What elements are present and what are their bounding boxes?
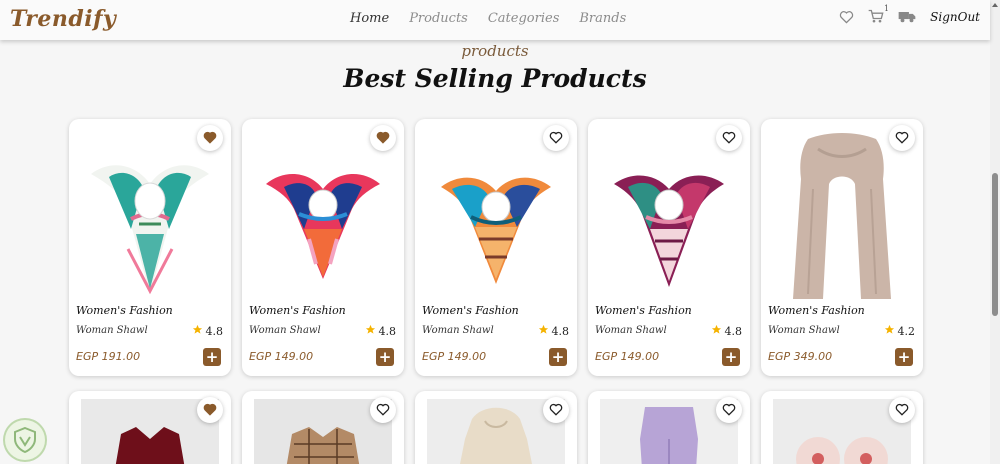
wishlist-button[interactable]: [716, 125, 742, 151]
plus-icon: +: [378, 347, 392, 366]
plus-icon: +: [724, 347, 738, 366]
scrollbar-thumb[interactable]: [992, 173, 998, 316]
product-name: Woman Shawl: [422, 325, 494, 336]
product-image[interactable]: [81, 129, 219, 301]
rating-value: 4.8: [724, 324, 743, 338]
section-subtitle: products: [461, 42, 529, 60]
wishlist-button[interactable]: [889, 125, 915, 151]
product-name: Woman Shawl: [595, 325, 667, 336]
product-category: Women's Fashion: [249, 304, 346, 317]
heart-icon: [549, 401, 563, 420]
product-card[interactable]: Women's Fashion Woman Shawl 4.8 EGP 149.…: [415, 119, 577, 376]
product-card[interactable]: [242, 391, 404, 464]
star-icon: [365, 324, 376, 338]
product-category: Women's Fashion: [422, 304, 519, 317]
heart-icon: [722, 129, 736, 148]
product-card[interactable]: [69, 391, 231, 464]
product-card[interactable]: [588, 391, 750, 464]
product-image[interactable]: [427, 129, 565, 301]
product-card[interactable]: Women's Fashion Woman Shawl 4.8 EGP 191.…: [69, 119, 231, 376]
heart-icon: [895, 401, 909, 420]
star-icon: [192, 324, 203, 338]
heart-icon: [549, 129, 563, 148]
cart-icon: [868, 9, 884, 23]
product-card[interactable]: Women's Fashion Woman Shawl 4.8 EGP 149.…: [242, 119, 404, 376]
product-price: EGP 149.00: [595, 350, 660, 363]
watermark-badge: [3, 418, 47, 462]
product-category: Women's Fashion: [768, 304, 865, 317]
nav-icons: 1 SignOut: [839, 4, 980, 24]
heart-icon: [376, 401, 390, 420]
navbar: Trendify Home Products Categories Brands…: [0, 0, 990, 40]
product-card[interactable]: [415, 391, 577, 464]
wishlist-heart-icon[interactable]: [839, 10, 854, 24]
product-card[interactable]: [761, 391, 923, 464]
nav-link-brands[interactable]: Brands: [579, 11, 626, 26]
plus-icon: +: [551, 347, 565, 366]
product-image[interactable]: [254, 129, 392, 301]
product-rating: 4.8: [365, 324, 397, 338]
brand-logo[interactable]: Trendify: [10, 6, 116, 32]
truck-icon[interactable]: [898, 10, 916, 23]
product-image[interactable]: [773, 129, 911, 301]
star-icon: [538, 324, 549, 338]
wishlist-button[interactable]: [543, 125, 569, 151]
add-to-cart-button[interactable]: +: [722, 348, 740, 366]
product-rating: 4.8: [192, 324, 224, 338]
nav-links: Home Products Categories Brands: [350, 11, 626, 26]
star-icon: [884, 324, 895, 338]
scroll-up-arrow[interactable]: [992, 3, 998, 7]
wishlist-button[interactable]: [197, 397, 223, 423]
rating-value: 4.2: [897, 324, 916, 338]
product-rating: 4.8: [711, 324, 743, 338]
rating-value: 4.8: [551, 324, 570, 338]
product-card[interactable]: Women's Fashion Woman Shawl 4.2 EGP 349.…: [761, 119, 923, 376]
add-to-cart-button[interactable]: +: [376, 348, 394, 366]
section-title: Best Selling Products: [343, 64, 647, 93]
rating-value: 4.8: [378, 324, 397, 338]
nav-link-products[interactable]: Products: [409, 11, 468, 26]
plus-icon: +: [897, 347, 911, 366]
signout-link[interactable]: SignOut: [930, 10, 980, 24]
plus-icon: +: [205, 347, 219, 366]
product-rating: 4.2: [884, 324, 916, 338]
add-to-cart-button[interactable]: +: [549, 348, 567, 366]
heart-icon: [203, 129, 217, 148]
star-icon: [711, 324, 722, 338]
wishlist-button[interactable]: [543, 397, 569, 423]
product-price: EGP 191.00: [76, 350, 141, 363]
cart-count-badge: 1: [884, 4, 890, 13]
cart-button[interactable]: 1: [868, 4, 889, 24]
add-to-cart-button[interactable]: +: [203, 348, 221, 366]
rating-value: 4.8: [205, 324, 224, 338]
product-price: EGP 149.00: [249, 350, 314, 363]
heart-icon: [895, 129, 909, 148]
nav-link-categories[interactable]: Categories: [488, 11, 560, 26]
scrollbar[interactable]: [990, 0, 1000, 464]
product-category: Women's Fashion: [595, 304, 692, 317]
wishlist-button[interactable]: [370, 397, 396, 423]
product-price: EGP 149.00: [422, 350, 487, 363]
heart-icon: [376, 129, 390, 148]
product-name: Woman Shawl: [249, 325, 321, 336]
wishlist-button[interactable]: [197, 125, 223, 151]
heart-icon: [203, 401, 217, 420]
product-name: Woman Shawl: [768, 325, 840, 336]
product-name: Woman Shawl: [76, 325, 148, 336]
wishlist-button[interactable]: [716, 397, 742, 423]
product-card[interactable]: Women's Fashion Woman Shawl 4.8 EGP 149.…: [588, 119, 750, 376]
heart-icon: [722, 401, 736, 420]
add-to-cart-button[interactable]: +: [895, 348, 913, 366]
wishlist-button[interactable]: [889, 397, 915, 423]
product-category: Women's Fashion: [76, 304, 173, 317]
product-rating: 4.8: [538, 324, 570, 338]
nav-link-home[interactable]: Home: [350, 11, 389, 26]
product-price: EGP 349.00: [768, 350, 833, 363]
product-image[interactable]: [600, 129, 738, 301]
wishlist-button[interactable]: [370, 125, 396, 151]
